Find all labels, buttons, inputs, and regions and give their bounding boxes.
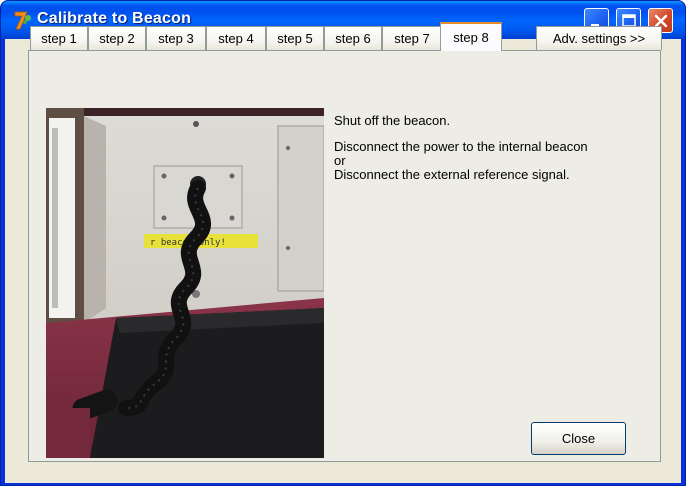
instruction-disconnect-external: Disconnect the external reference signal… xyxy=(334,167,570,182)
instruction-disconnect-internal: Disconnect the power to the internal bea… xyxy=(334,139,588,154)
beacon-photo: r beacon only! xyxy=(46,108,324,458)
tab-step-4[interactable]: step 4 xyxy=(206,26,266,50)
tab-step-2[interactable]: step 2 xyxy=(88,26,146,50)
instruction-or: or xyxy=(334,153,346,168)
close-button[interactable]: Close xyxy=(531,422,626,455)
tab-step-7[interactable]: step 7 xyxy=(382,26,442,50)
tab-step-8[interactable]: step 8 xyxy=(440,22,502,51)
tab-step-5[interactable]: step 5 xyxy=(266,26,324,50)
tab-step-3[interactable]: step 3 xyxy=(146,26,206,50)
tab-step-6[interactable]: step 6 xyxy=(324,26,382,50)
tab-step-1[interactable]: step 1 xyxy=(30,26,88,50)
instructions-text: Shut off the beacon. Disconnect the powe… xyxy=(334,114,664,182)
adv-settings-button[interactable]: Adv. settings >> xyxy=(536,26,662,50)
instruction-shut-off: Shut off the beacon. xyxy=(334,113,451,128)
